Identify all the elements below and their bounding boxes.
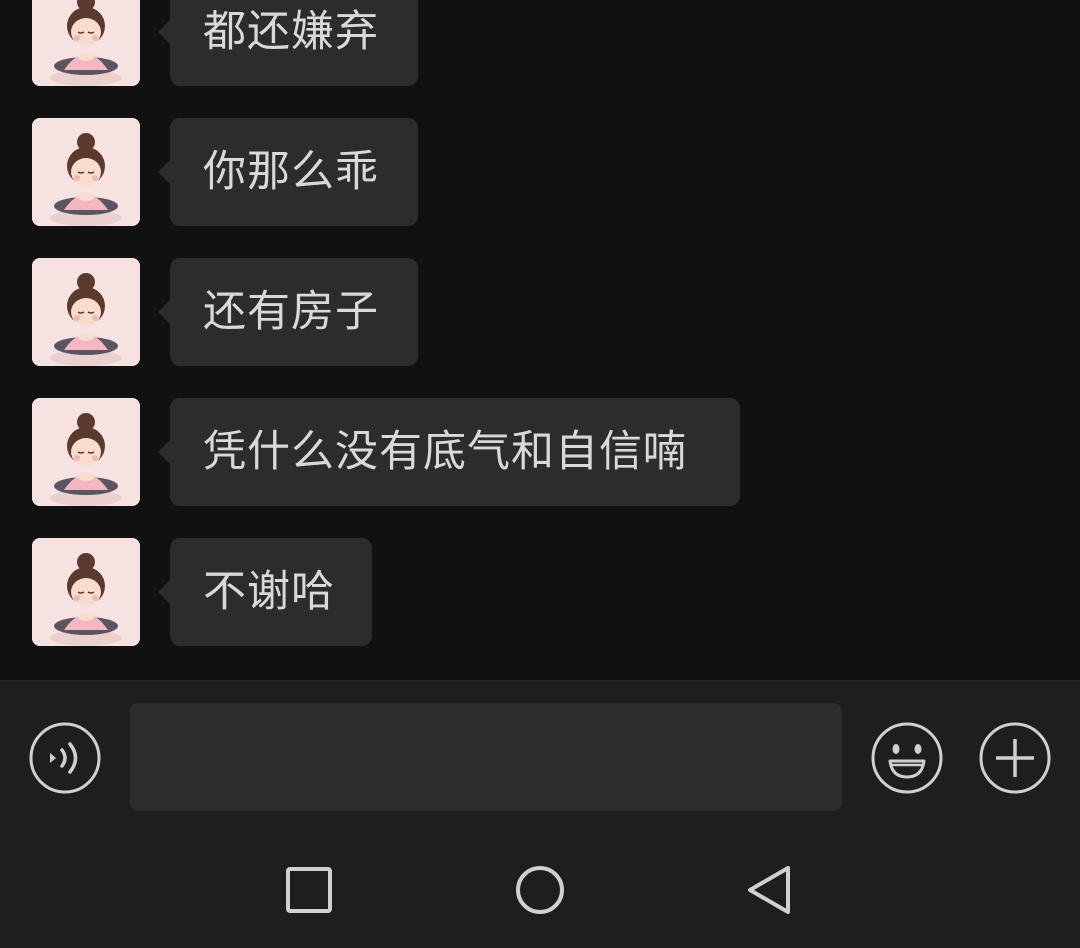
system-navigation-bar (0, 832, 1080, 948)
recent-apps-icon (286, 867, 332, 913)
message-bubble[interactable]: 都还嫌弃 (158, 0, 418, 86)
emoji-button[interactable] (870, 721, 944, 795)
avatar[interactable] (32, 0, 140, 86)
avatar[interactable] (32, 538, 140, 646)
message-input[interactable] (130, 703, 842, 811)
avatar-girl-illustration (32, 538, 140, 646)
voice-input-icon (29, 722, 101, 794)
avatar-girl-illustration (32, 258, 140, 366)
avatar[interactable] (32, 118, 140, 226)
plus-icon (979, 722, 1051, 794)
avatar[interactable] (32, 258, 140, 366)
message-bubble[interactable]: 凭什么没有底气和自信喃 (158, 398, 740, 506)
home-button[interactable] (512, 862, 568, 918)
chat-message-list[interactable]: 都还嫌弃 你那么乖 还有房子 凭什么没有底气和自信喃 不谢哈 (0, 0, 1080, 680)
home-icon (516, 866, 564, 914)
emoji-icon (871, 722, 943, 794)
message-bubble[interactable]: 还有房子 (158, 258, 418, 366)
voice-input-button[interactable] (28, 721, 102, 795)
chat-input-bar (0, 680, 1080, 832)
back-button[interactable] (742, 862, 798, 918)
more-options-button[interactable] (978, 721, 1052, 795)
avatar-girl-illustration (32, 118, 140, 226)
recent-apps-button[interactable] (281, 862, 337, 918)
avatar[interactable] (32, 398, 140, 506)
message-bubble[interactable]: 不谢哈 (158, 538, 372, 646)
avatar-girl-illustration (32, 0, 140, 86)
message-bubble[interactable]: 你那么乖 (158, 118, 418, 226)
back-icon (748, 866, 790, 914)
avatar-girl-illustration (32, 398, 140, 506)
